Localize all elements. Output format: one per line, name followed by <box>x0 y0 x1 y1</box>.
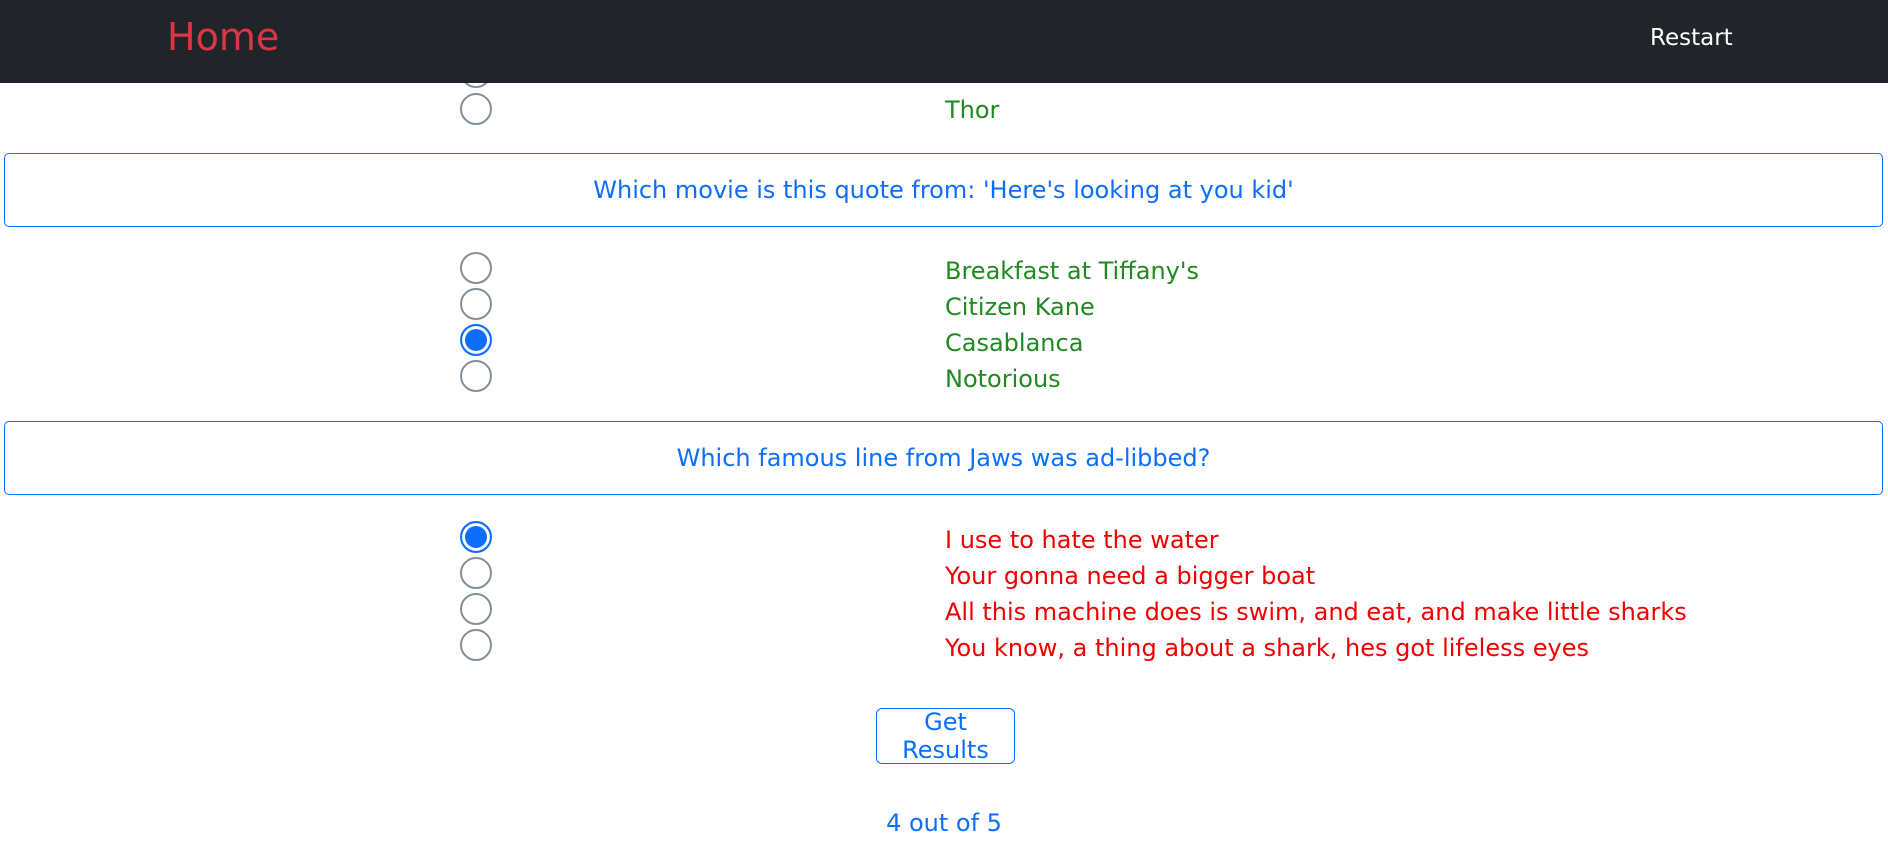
answer-label[interactable]: Your gonna need a bigger boat <box>945 561 1315 591</box>
answer-radio-selected[interactable] <box>460 324 492 356</box>
answer-label[interactable]: You know, a thing about a shark, hes got… <box>945 633 1589 663</box>
answer-radio[interactable] <box>460 629 492 661</box>
answer-radio[interactable] <box>460 288 492 320</box>
answer-radio[interactable] <box>460 252 492 284</box>
answer-label[interactable]: Thor <box>945 95 999 125</box>
question-box: Which famous line from Jaws was ad-libbe… <box>4 421 1883 495</box>
answer-radio-selected[interactable] <box>460 521 492 553</box>
answer-label[interactable]: Notorious <box>945 364 1061 394</box>
answer-radio[interactable] <box>460 93 492 125</box>
score-text: 4 out of 5 <box>886 809 1002 837</box>
question-text: Which movie is this quote from: 'Here's … <box>593 176 1294 204</box>
answer-label[interactable]: All this machine does is swim, and eat, … <box>945 597 1687 627</box>
get-results-button[interactable]: Get Results <box>876 708 1015 764</box>
navbar: Home Restart <box>0 0 1888 83</box>
answer-label[interactable]: Casablanca <box>945 328 1083 358</box>
answer-label[interactable]: Citizen Kane <box>945 292 1095 322</box>
question-text: Which famous line from Jaws was ad-libbe… <box>676 444 1211 472</box>
answer-radio[interactable] <box>460 557 492 589</box>
home-link[interactable]: Home <box>167 14 279 60</box>
answer-label[interactable]: I use to hate the water <box>945 525 1219 555</box>
answer-radio[interactable] <box>460 360 492 392</box>
quiz-content: Thor Which movie is this quote from: 'He… <box>0 0 1888 864</box>
restart-link[interactable]: Restart <box>1650 24 1733 52</box>
question-box: Which movie is this quote from: 'Here's … <box>4 153 1883 227</box>
answer-radio[interactable] <box>460 593 492 625</box>
answer-label[interactable]: Breakfast at Tiffany's <box>945 256 1199 286</box>
